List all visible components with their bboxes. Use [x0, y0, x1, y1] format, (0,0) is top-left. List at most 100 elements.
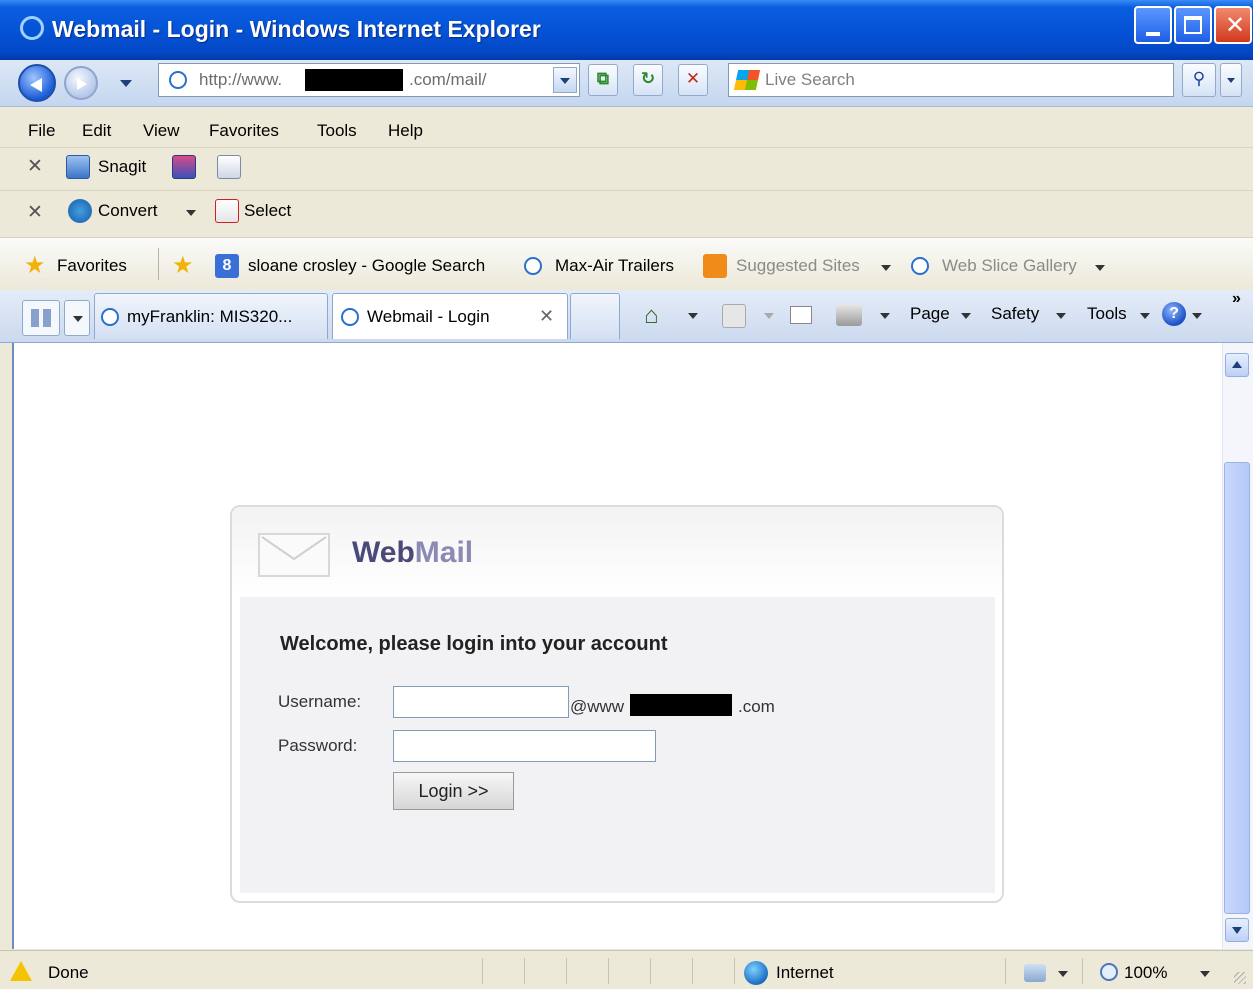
close-button[interactable]: ✕	[1214, 6, 1252, 44]
protected-mode-icon[interactable]	[1024, 964, 1046, 982]
welcome-heading: Welcome, please login into your account	[280, 633, 668, 655]
suggested-sites-button[interactable]: Suggested Sites	[736, 256, 860, 276]
tab-list-button[interactable]	[64, 300, 90, 336]
address-text-prefix: http://www.	[199, 70, 283, 89]
tab-label: Webmail - Login	[367, 307, 490, 326]
select-button[interactable]: Select	[244, 201, 291, 221]
menu-tools[interactable]: Tools	[317, 121, 357, 141]
zoom-icon	[1100, 963, 1118, 981]
favorite-link-max-air[interactable]: Max-Air Trailers	[555, 256, 674, 276]
menu-edit[interactable]: Edit	[82, 121, 111, 141]
menu-bar	[0, 115, 1253, 148]
chevron-down-icon	[1227, 78, 1235, 83]
select-pdf-icon	[215, 199, 239, 223]
snagit-label[interactable]: Snagit	[98, 157, 146, 177]
feeds-icon[interactable]	[722, 304, 746, 328]
envelope-icon	[258, 533, 330, 577]
tab-myfranklin[interactable]: myFranklin: MIS320...	[94, 293, 328, 339]
ie-logo-icon	[20, 16, 44, 40]
chevron-down-icon[interactable]	[186, 210, 196, 216]
menu-view[interactable]: View	[143, 121, 180, 141]
tools-menu-button[interactable]: Tools	[1087, 304, 1127, 324]
address-bar[interactable]: http://www. .com/mail/	[158, 63, 580, 97]
scroll-up-button[interactable]	[1225, 353, 1249, 377]
back-button[interactable]	[18, 64, 56, 102]
compatibility-view-button[interactable]: ⧉	[588, 64, 618, 96]
home-icon[interactable]: ⌂	[644, 302, 659, 330]
quick-tabs-button[interactable]	[22, 300, 60, 336]
chevron-down-icon	[961, 313, 971, 319]
address-dropdown-button[interactable]	[553, 67, 577, 93]
ie-page-icon	[524, 257, 542, 275]
tab-webmail-login[interactable]: Webmail - Login ✕	[332, 293, 568, 339]
username-input[interactable]	[393, 686, 569, 718]
divider	[608, 958, 609, 984]
chevron-down-icon[interactable]	[1192, 313, 1202, 319]
search-box[interactable]: Live Search	[728, 63, 1174, 97]
zoom-level[interactable]: 100%	[1124, 963, 1167, 983]
divider	[566, 958, 567, 984]
logo-mail: Mail	[414, 536, 474, 569]
chevron-more-icon[interactable]: »	[1232, 290, 1241, 308]
divider	[734, 958, 735, 984]
resize-grip-icon[interactable]	[1234, 972, 1246, 984]
web-slice-gallery-button[interactable]: Web Slice Gallery	[942, 256, 1077, 276]
refresh-icon: ↻	[640, 69, 656, 88]
favorites-star-icon: ★	[24, 252, 46, 279]
snagit-editor-icon[interactable]	[217, 155, 241, 179]
address-redaction	[305, 69, 403, 91]
recent-pages-dropdown[interactable]	[120, 80, 132, 87]
stop-icon: ✕	[685, 69, 701, 88]
refresh-button[interactable]: ↻	[633, 64, 663, 96]
envelope-flap-icon	[261, 536, 327, 561]
favorite-link-google[interactable]: sloane crosley - Google Search	[248, 256, 485, 276]
page-menu-button[interactable]: Page	[910, 304, 950, 324]
divider	[692, 958, 693, 984]
search-icon: ⚲	[1192, 69, 1206, 88]
scroll-down-button[interactable]	[1225, 918, 1249, 942]
close-tab-icon[interactable]: ✕	[539, 306, 554, 327]
close-toolbar-icon[interactable]: ✕	[27, 155, 43, 178]
chevron-down-icon[interactable]	[881, 265, 891, 271]
menu-file[interactable]: File	[28, 121, 55, 141]
compatibility-icon: ⧉	[596, 69, 610, 88]
new-tab-button[interactable]	[570, 293, 620, 339]
favorites-button[interactable]: Favorites	[57, 256, 127, 276]
print-icon[interactable]	[836, 304, 862, 326]
search-options-button[interactable]	[1220, 63, 1242, 97]
menu-favorites[interactable]: Favorites	[209, 121, 279, 141]
chevron-down-icon[interactable]	[1200, 971, 1210, 977]
minimize-button[interactable]	[1134, 6, 1172, 44]
read-mail-icon[interactable]	[790, 306, 812, 324]
password-input[interactable]	[393, 730, 656, 762]
ie-page-icon	[101, 308, 119, 326]
convert-button[interactable]: Convert	[98, 201, 158, 221]
warning-icon	[10, 961, 32, 981]
suggested-sites-icon	[703, 254, 727, 278]
chevron-down-icon	[560, 78, 570, 84]
status-bar	[0, 950, 1253, 989]
chevron-down-icon[interactable]	[688, 313, 698, 319]
safety-menu-button[interactable]: Safety	[991, 304, 1039, 324]
domain-redaction	[630, 694, 732, 716]
divider	[1082, 958, 1083, 984]
search-button[interactable]: ⚲	[1182, 63, 1216, 97]
chevron-down-icon[interactable]	[880, 313, 890, 319]
snagit-capture-icon[interactable]	[172, 155, 196, 179]
maximize-button[interactable]	[1174, 6, 1212, 44]
chevron-down-icon[interactable]	[1058, 971, 1068, 977]
stop-button[interactable]: ✕	[678, 64, 708, 96]
forward-button[interactable]	[64, 66, 98, 100]
google-icon: 8	[215, 254, 239, 278]
help-icon[interactable]: ?	[1162, 302, 1186, 326]
domain-suffix: .com	[738, 697, 775, 716]
menu-help[interactable]: Help	[388, 121, 423, 141]
scroll-thumb[interactable]	[1224, 462, 1250, 914]
card-header	[232, 507, 1002, 597]
chevron-down-icon	[73, 316, 83, 322]
chevron-down-icon[interactable]	[1095, 265, 1105, 271]
close-toolbar-icon[interactable]: ✕	[27, 201, 43, 224]
add-to-favorites-icon[interactable]: ★	[172, 251, 194, 280]
webmail-logo: WebMail	[352, 536, 473, 570]
login-button[interactable]: Login >>	[393, 772, 514, 810]
